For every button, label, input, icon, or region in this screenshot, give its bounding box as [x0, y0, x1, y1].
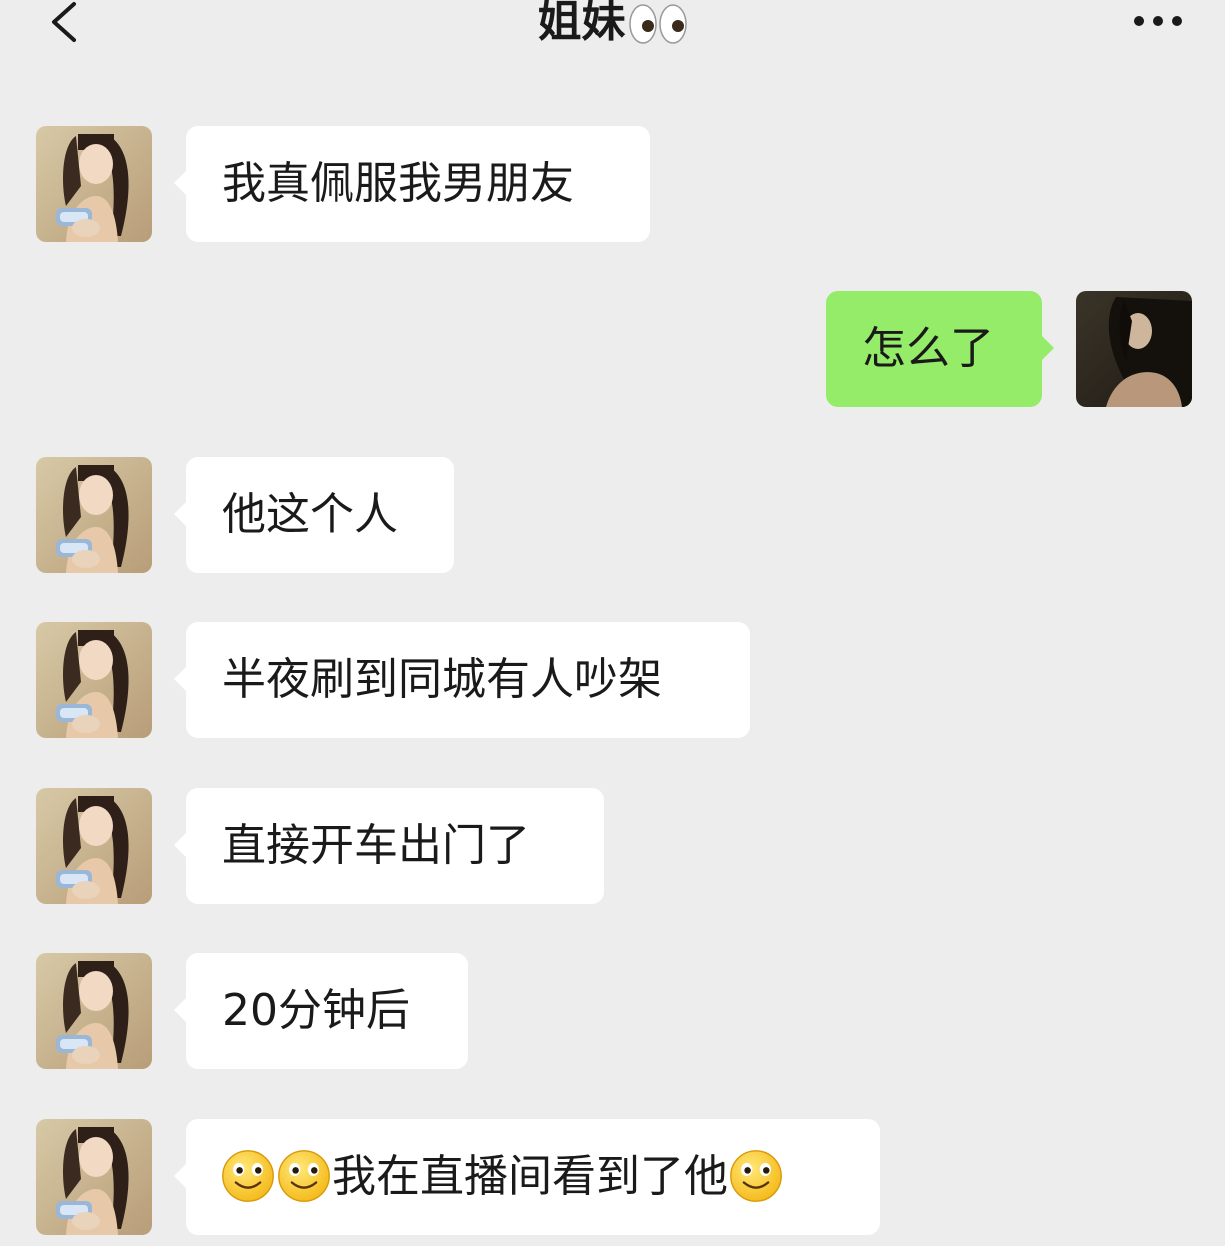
contact-avatar[interactable]	[36, 126, 152, 242]
message-bubble-incoming[interactable]: 直接开车出门了	[174, 788, 604, 904]
smile-emoji	[728, 1148, 784, 1204]
message-text: 怎么了	[862, 323, 994, 374]
message-bubble-incoming[interactable]: 20分钟后	[174, 953, 468, 1069]
message-text: 半夜刷到同城有人吵架	[222, 654, 662, 705]
message-text: 我真佩服我男朋友	[222, 158, 574, 209]
smile-emoji	[220, 1148, 276, 1204]
message-text: 我在直播间看到了他	[332, 1151, 728, 1202]
contact-avatar[interactable]	[36, 622, 152, 738]
contact-avatar[interactable]	[36, 1119, 152, 1235]
self-avatar[interactable]	[1076, 291, 1192, 407]
message-bubble-incoming[interactable]: 我在直播间看到了他	[174, 1119, 880, 1235]
contact-avatar[interactable]	[36, 953, 152, 1069]
more-dots-icon[interactable]	[1129, 6, 1189, 36]
chat-title-text: 姐妹	[537, 0, 626, 47]
message-bubble-outgoing[interactable]: 怎么了	[826, 291, 1054, 407]
message-text: 他这个人	[222, 489, 398, 540]
chat-header: 姐妹	[0, 0, 1225, 60]
message-bubble-incoming[interactable]: 他这个人	[174, 457, 454, 573]
message-text: 直接开车出门了	[222, 820, 530, 871]
eyes-emoji	[628, 4, 687, 44]
smile-emoji	[276, 1148, 332, 1204]
message-bubble-incoming[interactable]: 半夜刷到同城有人吵架	[174, 622, 750, 738]
contact-avatar[interactable]	[36, 788, 152, 904]
chat-title: 姐妹	[0, 0, 1225, 50]
message-bubble-incoming[interactable]: 我真佩服我男朋友	[174, 126, 650, 242]
message-text: 20分钟后	[222, 985, 410, 1036]
contact-avatar[interactable]	[36, 457, 152, 573]
